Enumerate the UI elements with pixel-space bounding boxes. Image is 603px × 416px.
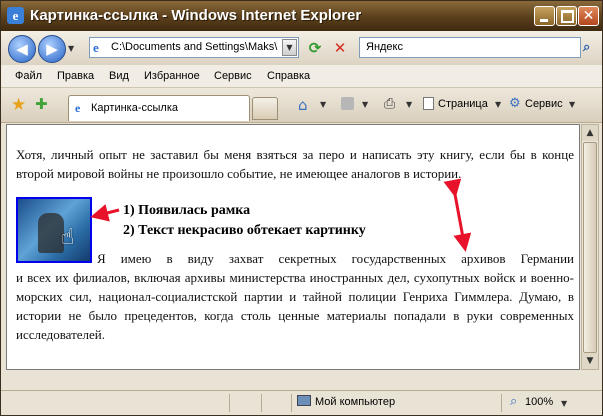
favorites-star-icon[interactable]: ★ (11, 95, 26, 115)
status-divider (229, 394, 230, 412)
tab-label: Картинка-ссылка (91, 102, 178, 114)
stop-icon[interactable]: ✕ (331, 39, 349, 57)
scroll-thumb[interactable] (583, 142, 597, 353)
page-dropdown-icon[interactable]: ▼ (495, 100, 501, 109)
new-tab-button[interactable] (252, 97, 278, 120)
vertical-scrollbar[interactable]: ▲ ▼ (581, 124, 599, 370)
close-icon: ✕ (582, 8, 595, 24)
zoom-icon[interactable]: ⌕ (510, 394, 517, 409)
annotation-arrows (90, 178, 472, 252)
window-title: Картинка-ссылка - Windows Internet Explo… (30, 7, 362, 24)
page-menu-button[interactable]: Страница (438, 98, 488, 110)
history-dropdown-icon[interactable]: ▼ (68, 44, 74, 53)
arrow-right-icon: ▶ (46, 40, 58, 58)
back-button[interactable]: ◀ (8, 35, 36, 63)
command-bar: ★ ✚ e Картинка-ссылка ⌂ ▼ ▼ ⎙ ▼ Страница… (1, 88, 602, 123)
page-menu-icon (423, 97, 434, 110)
tab-picture-link[interactable]: e Картинка-ссылка (68, 95, 250, 121)
page-content: Хотя, личный опыт не заставил бы меня вз… (6, 124, 580, 370)
gear-icon: ⚙ (509, 96, 521, 111)
security-zone: Мой компьютер (315, 396, 396, 408)
address-field[interactable]: e C:\Documents and Settings\Maks\P ▼ (89, 37, 299, 58)
maximize-button[interactable] (556, 6, 577, 26)
menu-help[interactable]: Справка (267, 70, 310, 82)
add-favorite-icon[interactable]: ✚ (35, 95, 48, 113)
refresh-icon[interactable]: ⟳ (306, 39, 324, 57)
minimize-button[interactable] (534, 6, 555, 26)
scroll-down-icon[interactable]: ▼ (582, 353, 598, 369)
address-input[interactable]: C:\Documents and Settings\Maks\P (111, 41, 278, 53)
address-toolbar: ◀ ▶ ▼ e C:\Documents and Settings\Maks\P… (1, 31, 602, 65)
feed-dropdown-icon[interactable]: ▼ (362, 100, 368, 109)
menu-tools[interactable]: Сервис (214, 70, 252, 82)
scroll-up-icon[interactable]: ▲ (582, 125, 598, 141)
forward-button[interactable]: ▶ (38, 35, 66, 63)
ie-logo-icon: e (7, 7, 24, 24)
arrow-left-icon: ◀ (16, 40, 28, 58)
menu-view[interactable]: Вид (109, 70, 129, 82)
zoom-level[interactable]: 100% (525, 396, 553, 408)
search-icon[interactable]: ⌕ (583, 38, 600, 57)
status-divider (501, 394, 502, 412)
search-field[interactable]: Яндекс (359, 37, 581, 58)
feed-icon[interactable] (341, 97, 354, 110)
page-icon: e (93, 40, 99, 55)
menu-file[interactable]: Файл (15, 70, 42, 82)
tab-page-icon: e (75, 101, 81, 115)
status-divider (291, 394, 292, 412)
menu-bar: Файл Правка Вид Избранное Сервис Справка (1, 65, 602, 88)
print-icon[interactable]: ⎙ (384, 96, 395, 112)
home-dropdown-icon[interactable]: ▼ (320, 100, 326, 109)
title-bar[interactable]: e Картинка-ссылка - Windows Internet Exp… (1, 1, 602, 31)
home-icon[interactable]: ⌂ (298, 96, 308, 114)
status-divider (261, 394, 262, 412)
computer-icon (297, 395, 311, 406)
arrow-gap (443, 178, 472, 252)
ie-window: e Картинка-ссылка - Windows Internet Exp… (0, 0, 603, 416)
address-dropdown-icon[interactable]: ▼ (282, 39, 297, 56)
status-bar: Мой компьютер ⌕ 100% ▼ (1, 390, 602, 415)
arrow-to-border (90, 204, 120, 222)
tools-dropdown-icon[interactable]: ▼ (569, 100, 575, 109)
tools-menu-button[interactable]: Сервис (525, 98, 563, 110)
menu-favorites[interactable]: Избранное (144, 70, 200, 82)
close-button[interactable]: ✕ (578, 6, 599, 26)
menu-edit[interactable]: Правка (57, 70, 94, 82)
zoom-dropdown-icon[interactable]: ▼ (561, 399, 567, 408)
print-dropdown-icon[interactable]: ▼ (406, 100, 412, 109)
search-input[interactable]: Яндекс (366, 41, 403, 53)
